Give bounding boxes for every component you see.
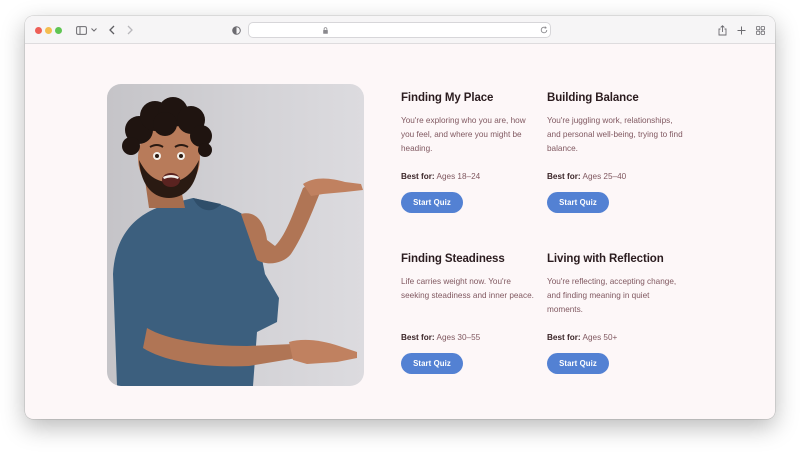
quiz-card-finding-my-place: Finding My Place You're exploring who yo… <box>401 92 541 213</box>
close-window-button[interactable] <box>35 27 42 34</box>
reload-icon[interactable] <box>539 25 549 35</box>
tab-overview-icon[interactable] <box>754 22 766 38</box>
card-description: You're juggling work, relationships, and… <box>547 116 683 153</box>
shield-icon[interactable] <box>230 22 242 38</box>
best-for-line: Best for: Ages 30–55 <box>401 333 480 342</box>
browser-toolbar <box>25 16 775 44</box>
start-quiz-button[interactable]: Start Quiz <box>547 353 609 374</box>
card-title: Building Balance <box>547 92 639 104</box>
card-title: Finding Steadiness <box>401 253 505 265</box>
share-icon[interactable] <box>716 22 728 38</box>
best-for-label: Best for: <box>401 333 435 342</box>
forward-arrow-icon[interactable] <box>125 22 135 38</box>
best-for-value: Ages 18–24 <box>436 172 481 181</box>
start-quiz-button[interactable]: Start Quiz <box>547 192 609 213</box>
best-for-value: Ages 25–40 <box>582 172 627 181</box>
card-description: You're reflecting, accepting change, and… <box>547 277 677 314</box>
best-for-line: Best for: Ages 18–24 <box>401 172 480 181</box>
lock-icon <box>321 26 329 34</box>
quiz-card-finding-steadiness: Finding Steadiness Life carries weight n… <box>401 253 541 374</box>
address-bar[interactable] <box>248 22 551 38</box>
best-for-label: Best for: <box>547 172 581 181</box>
sidebar-icon[interactable] <box>75 22 87 38</box>
best-for-line: Best for: Ages 25–40 <box>547 172 626 181</box>
card-description: You're exploring who you are, how you fe… <box>401 116 526 153</box>
start-quiz-button[interactable]: Start Quiz <box>401 192 463 213</box>
card-description: Life carries weight now. You're seeking … <box>401 277 534 300</box>
card-title: Finding My Place <box>401 92 494 104</box>
back-arrow-icon[interactable] <box>107 22 117 38</box>
best-for-value: Ages 30–55 <box>436 333 481 342</box>
minimize-window-button[interactable] <box>45 27 52 34</box>
start-quiz-button[interactable]: Start Quiz <box>401 353 463 374</box>
plus-icon[interactable] <box>735 22 747 38</box>
best-for-value: Ages 50+ <box>582 333 618 342</box>
quiz-card-living-with-reflection: Living with Reflection You're reflecting… <box>547 253 687 374</box>
quiz-card-building-balance: Building Balance You're juggling work, r… <box>547 92 687 213</box>
page-content: Finding My Place You're exploring who yo… <box>25 45 775 419</box>
best-for-line: Best for: Ages 50+ <box>547 333 617 342</box>
card-title: Living with Reflection <box>547 253 664 265</box>
browser-window: Finding My Place You're exploring who yo… <box>25 16 775 419</box>
chevron-down-icon[interactable] <box>90 22 98 38</box>
best-for-label: Best for: <box>547 333 581 342</box>
hero-photo <box>107 84 364 386</box>
best-for-label: Best for: <box>401 172 435 181</box>
zoom-window-button[interactable] <box>55 27 62 34</box>
